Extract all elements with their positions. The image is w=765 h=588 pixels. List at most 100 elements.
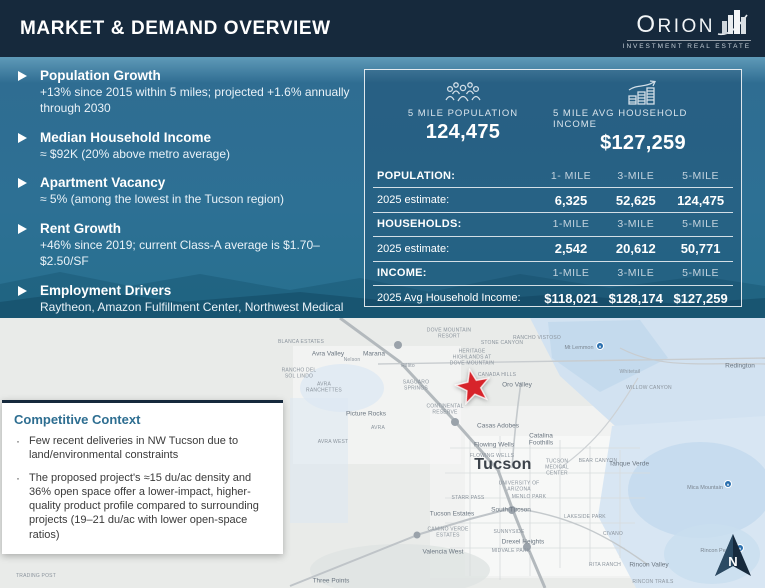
site-marker-star-icon — [452, 365, 494, 407]
map-label: AVRA — [371, 425, 385, 431]
map-label: CAMINO VERDE ESTATES — [425, 527, 471, 539]
map-label: Valencia West — [423, 549, 464, 556]
map-label: TRADING POST — [16, 573, 56, 579]
map-label: Mica Mountain — [682, 485, 728, 491]
col-1mile: $118,021 — [539, 291, 604, 306]
col-5mile: 124,475 — [668, 193, 733, 208]
highlight-title: Employment Drivers — [40, 283, 353, 298]
col-3mile: 3-MILE — [603, 267, 668, 279]
compass-north-label: N — [728, 554, 737, 569]
col-3mile: $128,174 — [603, 291, 668, 306]
map-label: AVRA RANCHETTES — [301, 382, 347, 394]
col-1mile: 1- MILE — [539, 170, 604, 182]
col-3mile: 3-MILE — [603, 170, 668, 182]
col-1mile: 1-MILE — [539, 218, 604, 230]
map-label: HERITAGE HIGHLANDS AT DOVE MOUNTAIN — [449, 349, 495, 366]
map-label: MIDVALE PARK — [492, 548, 531, 554]
map-label: SUNNYSIDE — [494, 529, 525, 535]
stats-row: 5 MILE POPULATION 124,475 5 MILE AVG HOU… — [373, 77, 733, 155]
highlight-item: Median Household Income ≈ $92K (20% abov… — [18, 130, 353, 163]
map-label: RANCHO VISTOSO — [513, 335, 561, 341]
table-row: POPULATION: 1- MILE 3-MILE 5-MILE — [373, 164, 733, 188]
col-5mile: 5-MILE — [668, 170, 733, 182]
map-label: CIVANO — [603, 531, 623, 537]
north-compass: N — [711, 532, 755, 580]
demographics-panel: 5 MILE POPULATION 124,475 5 MILE AVG HOU… — [364, 69, 742, 307]
highlight-list: Population Growth +13% since 2015 within… — [18, 68, 353, 360]
map-label: Rincon Valley — [629, 562, 668, 569]
col-1mile: 2,542 — [539, 241, 604, 256]
map-label: Avra Valley — [312, 351, 344, 358]
highlight-body: ≈ 5% (among the lowest in the Tucson reg… — [40, 192, 284, 208]
map-label: Picture Rocks — [346, 411, 386, 418]
map-label: DOVE MOUNTAIN RESORT — [426, 328, 472, 340]
table-row: INCOME: 1-MILE 3-MILE 5-MILE — [373, 262, 733, 286]
company-logo: ORION INVESTMENT REAL ESTATE — [615, 7, 751, 50]
map-label: TUCSON MEDICAL CENTER — [534, 459, 580, 476]
col-1mile: 6,325 — [539, 193, 604, 208]
logo-wordmark: ORION — [636, 13, 715, 37]
row-label: 2025 Avg Household Income: — [373, 292, 539, 304]
map-label: Tucson Estates — [430, 511, 475, 518]
map-label: Oro Valley — [502, 382, 532, 389]
map-label: Nelson — [344, 357, 361, 363]
competitive-bullet-text: Few recent deliveries in NW Tucson due t… — [29, 434, 271, 463]
col-5mile: 5-MILE — [668, 267, 733, 279]
competitive-bullets: Few recent deliveries in NW Tucson due t… — [14, 434, 271, 542]
competitive-bullet-text: The proposed project's ≈15 du/ac density… — [29, 471, 271, 542]
triangle-bullet-icon — [18, 224, 27, 234]
row-label: POPULATION: — [373, 170, 539, 182]
highlight-title: Rent Growth — [40, 221, 353, 236]
table-row: 2025 estimate: 2,542 20,612 50,771 — [373, 237, 733, 261]
map-label: Mt Lemmon — [564, 345, 593, 351]
buildings-icon — [717, 7, 751, 37]
stat-income-label: 5 MILE AVG HOUSEHOLD INCOME — [553, 108, 733, 130]
demographics-table: POPULATION: 1- MILE 3-MILE 5-MILE 2025 e… — [373, 164, 733, 310]
slide: MARKET & DEMAND OVERVIEW ORION INVESTMEN… — [0, 0, 765, 588]
table-row: HOUSEHOLDS: 1-MILE 3-MILE 5-MILE — [373, 213, 733, 237]
market-overview-section: Population Growth +13% since 2015 within… — [0, 57, 765, 318]
logo-tagline: INVESTMENT REAL ESTATE — [623, 43, 751, 50]
competitive-bullet: Few recent deliveries in NW Tucson due t… — [14, 434, 271, 463]
competitive-context-title: Competitive Context — [14, 412, 271, 427]
col-1mile: 1-MILE — [539, 267, 604, 279]
highlight-title: Median Household Income — [40, 130, 230, 145]
map-label: MENLO PARK — [512, 494, 546, 500]
row-label: 2025 estimate: — [373, 194, 539, 206]
col-5mile: 50,771 — [668, 241, 733, 256]
mountain-peak-icon — [724, 480, 732, 488]
map-label: RANCHO DEL SOL LINDO — [276, 368, 322, 380]
map-label: Rillito — [401, 363, 415, 369]
highlight-item: Apartment Vacancy ≈ 5% (among the lowest… — [18, 175, 353, 208]
map-label: Catalina Foothills — [518, 433, 564, 448]
map-label: Casas Adobes — [477, 423, 519, 430]
map-label: RINCON TRAILS — [632, 579, 673, 585]
competitive-context-box: Competitive Context Few recent deliverie… — [2, 400, 283, 554]
population-group-icon — [444, 80, 482, 104]
highlight-title: Population Growth — [40, 68, 353, 83]
triangle-bullet-icon — [18, 286, 27, 296]
map-label: Marana — [363, 351, 385, 358]
map-label: CONTINENTAL RESERVE — [422, 404, 468, 416]
map-label: Tanque Verde — [609, 461, 649, 468]
map-label: Three Points — [313, 578, 350, 585]
page-title: MARKET & DEMAND OVERVIEW — [20, 18, 331, 40]
row-label: HOUSEHOLDS: — [373, 218, 539, 230]
highlight-body: +13% since 2015 within 5 miles; projecte… — [40, 85, 353, 117]
row-label: 2025 estimate: — [373, 243, 539, 255]
stat-population-value: 124,475 — [426, 121, 500, 144]
triangle-bullet-icon — [18, 133, 27, 143]
map-label: AVRA WEST — [318, 439, 349, 445]
stat-income: 5 MILE AVG HOUSEHOLD INCOME $127,259 — [553, 77, 733, 155]
triangle-bullet-icon — [18, 178, 27, 188]
map-label: WILLOW CANYON — [626, 386, 672, 392]
highlight-body: +46% since 2019; current Class-A average… — [40, 238, 353, 270]
map-label: Whitetail — [620, 369, 641, 375]
tucson-area-map: BLANCA ESTATES Avra Valley Nelson Marana… — [0, 318, 765, 588]
map-label: BLANCA ESTATES — [278, 339, 324, 345]
map-label: SAGUARO SPRINGS — [393, 380, 439, 392]
map-label: RITA RANCH — [589, 562, 621, 568]
highlight-title: Apartment Vacancy — [40, 175, 284, 190]
col-5mile: $127,259 — [668, 291, 733, 306]
header-bar: MARKET & DEMAND OVERVIEW ORION INVESTMEN… — [0, 0, 765, 57]
